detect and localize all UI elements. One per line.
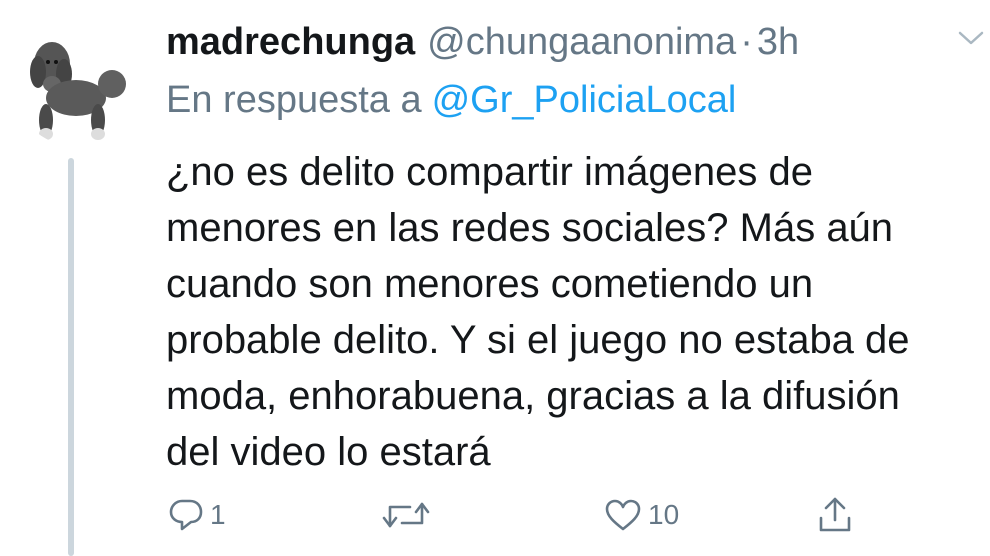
share-button[interactable] [818,490,852,540]
poodle-avatar-icon [30,42,126,140]
like-button[interactable]: 10 [604,490,679,540]
reply-prefix: En respuesta a [166,79,422,121]
avatar[interactable] [14,24,136,146]
share-icon [819,497,851,532]
user-handle[interactable]: @chungaanonima [427,21,736,63]
tweet[interactable]: madrechunga @chungaanonima · 3h En respuest… [0,0,990,556]
reply-count: 1 [210,499,226,530]
retweet-icon [382,502,430,528]
like-count: 10 [648,499,680,530]
separator-dot: · [740,21,753,63]
action-bar: 1 10 [0,490,990,540]
heart-icon [605,499,641,531]
reply-context: En respuesta a @Gr_PoliciaLocal [166,76,736,124]
tweet-text: ¿no es delito compartir imágenes de meno… [166,150,910,474]
retweet-button[interactable] [382,490,436,540]
timestamp[interactable]: 3h [757,21,799,63]
reply-icon [169,499,203,531]
tweet-header: madrechunga @chungaanonima · 3h [166,18,799,66]
reply-to-link[interactable]: @Gr_PoliciaLocal [432,79,737,121]
chevron-down-icon[interactable] [958,30,984,46]
display-name[interactable]: madrechunga [166,21,415,63]
reply-button[interactable]: 1 [168,490,226,540]
